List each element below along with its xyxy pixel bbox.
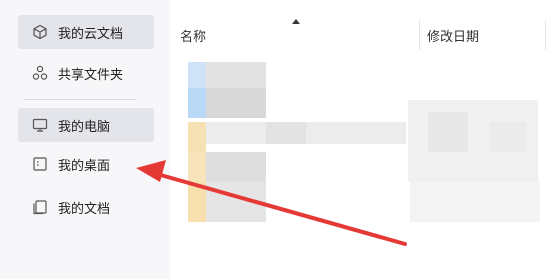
column-divider[interactable]: [545, 20, 546, 50]
blurred-file-name: [206, 122, 406, 144]
blurred-date: [410, 182, 540, 222]
blurred-file-icon: [188, 122, 206, 152]
blurred-file-name: [266, 122, 306, 144]
sidebar-item-my-documents[interactable]: 我的文档: [18, 190, 154, 224]
share-nodes-icon: [32, 65, 48, 81]
column-divider[interactable]: [419, 20, 420, 50]
cloud-box-icon: [32, 24, 48, 40]
sidebar-item-label: 我的文档: [58, 201, 111, 217]
sidebar-item-my-computer[interactable]: 我的电脑: [18, 108, 154, 142]
sidebar-item-label: 我的云文档: [58, 26, 124, 42]
sidebar-item-shared-folders[interactable]: 共享文件夹: [18, 56, 154, 90]
monitor-icon: [32, 117, 48, 133]
sidebar-item-label: 我的桌面: [58, 158, 111, 174]
blurred-file-name: [206, 182, 266, 222]
blurred-date: [428, 112, 468, 152]
sidebar-item-label: 我的电脑: [58, 119, 111, 135]
file-list-rows-blurred: [170, 62, 550, 279]
blurred-file-icon: [188, 88, 206, 118]
sort-ascending-icon[interactable]: [292, 19, 300, 24]
sidebar: 我的云文档 共享文件夹 我的电脑 我的桌面 我的文档: [0, 0, 170, 279]
blurred-file-name: [206, 88, 266, 118]
blurred-file-name: [206, 62, 266, 88]
documents-icon: [32, 199, 48, 215]
sidebar-item-my-cloud-docs[interactable]: 我的云文档: [18, 15, 154, 49]
sidebar-item-label: 共享文件夹: [58, 67, 124, 83]
column-header-name[interactable]: 名称: [180, 26, 206, 45]
desktop-window-icon: [32, 156, 48, 172]
sidebar-item-my-desktop[interactable]: 我的桌面: [18, 147, 154, 181]
file-list-header: 名称 修改日期: [170, 0, 550, 62]
blurred-date: [490, 122, 526, 152]
blurred-file-icon: [188, 182, 206, 222]
blurred-file-icon: [188, 152, 206, 182]
sidebar-divider: [24, 99, 136, 100]
blurred-file-name: [206, 152, 266, 182]
file-list-panel: 名称 修改日期: [170, 0, 550, 279]
column-header-modified[interactable]: 修改日期: [427, 26, 479, 45]
blurred-file-icon: [188, 62, 206, 88]
